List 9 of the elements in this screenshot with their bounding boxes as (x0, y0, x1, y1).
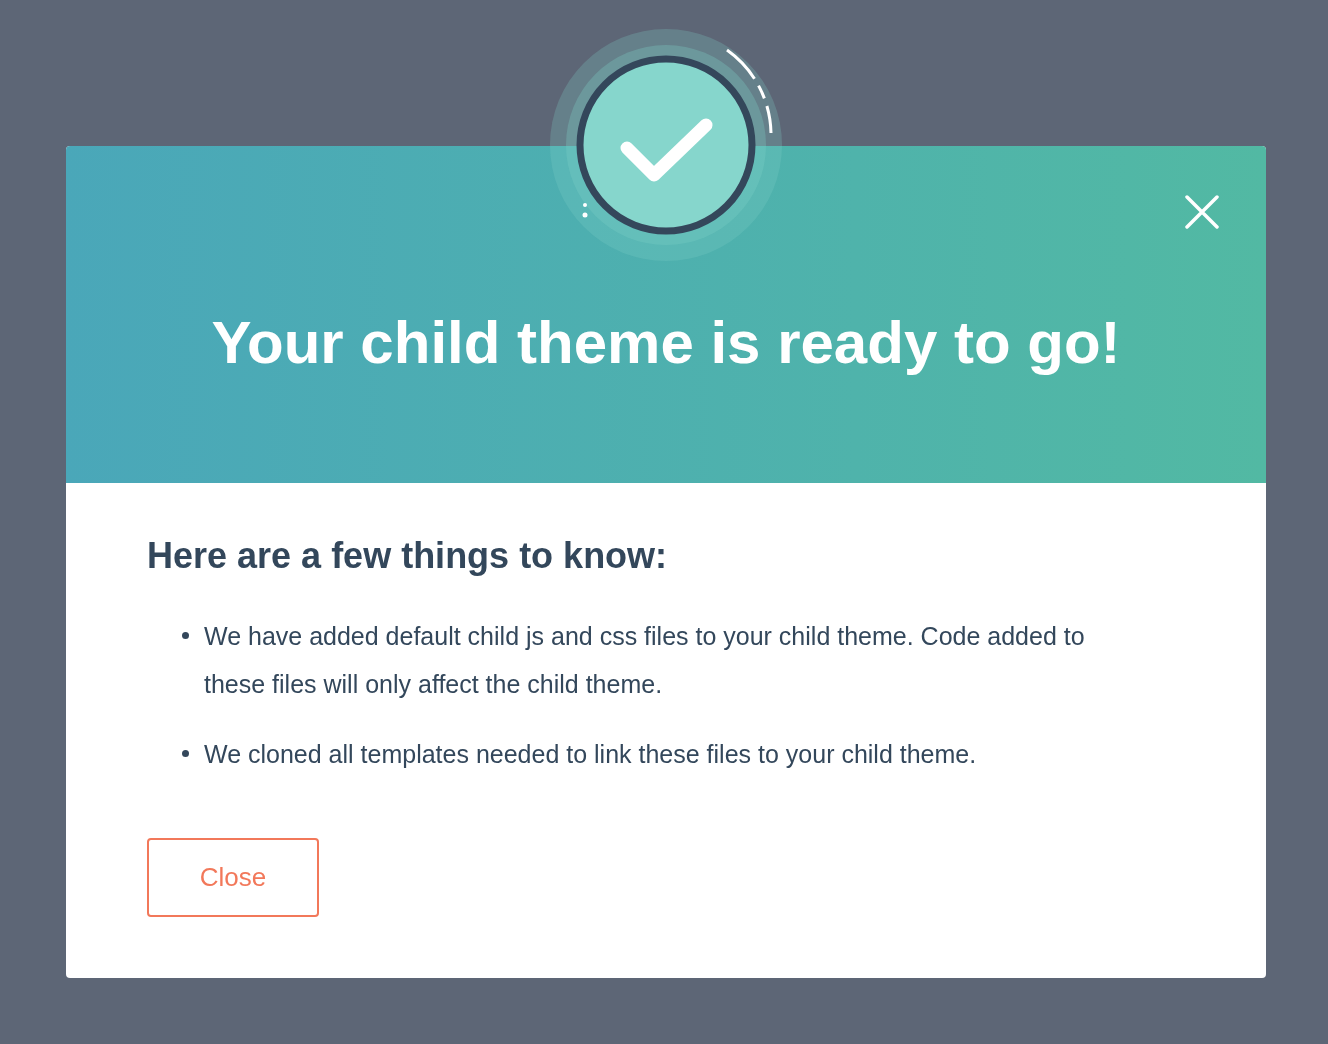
bullet-icon (182, 750, 189, 757)
bullet-icon (182, 632, 189, 639)
section-heading: Here are a few things to know: (147, 534, 669, 578)
close-icon[interactable] (1184, 194, 1220, 230)
checkmark-badge-icon (549, 28, 783, 262)
bullet-text: We cloned all templates needed to link these files to your child theme. (204, 739, 977, 770)
bullet-text: We have added default child js and css files to your child theme. Code added to these files will only affect the child theme. (204, 621, 1086, 700)
close-button[interactable]: Close (147, 838, 319, 917)
dialog-title: Your child theme is ready to go! (211, 308, 1121, 378)
